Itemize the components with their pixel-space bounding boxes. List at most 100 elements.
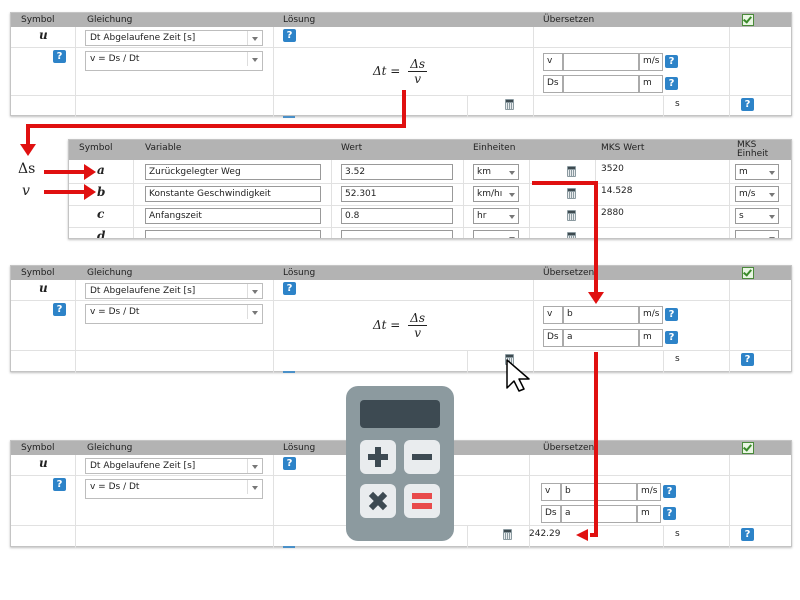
arrow-head-down-icon [588, 292, 604, 304]
header-symbol: Symbol [21, 443, 55, 453]
translate-unit-ds: m [639, 329, 663, 347]
mks-unit-select-value: m [739, 167, 748, 177]
equation-select[interactable]: Dt Abgelaufene Zeit [s] [85, 458, 263, 474]
unit-select[interactable]: hr [473, 208, 519, 224]
unit-select-value: km/hı [477, 189, 503, 199]
help-icon[interactable]: ? [663, 507, 676, 520]
header-uebersetzen: Übersetzen [543, 443, 595, 453]
formula-numerator: Δs [408, 311, 428, 326]
translate-input-v[interactable]: b [563, 306, 639, 324]
translate-input-ds[interactable]: a [563, 329, 639, 347]
result-value: 242.29 [529, 529, 561, 539]
equation-select[interactable]: Dt Abgelaufene Zeit [s] [85, 30, 263, 46]
header-gleichung: Gleichung [87, 15, 133, 25]
result-unit: s [675, 529, 680, 539]
variables-table: Symbol Variable Wert Einheiten MKS Wert … [68, 139, 792, 239]
calculator-icon[interactable] [567, 210, 576, 221]
help-icon[interactable]: ? [665, 331, 678, 344]
help-icon[interactable]: ? [283, 29, 296, 42]
variable-name-input[interactable] [145, 230, 321, 238]
formula-select-value: v = Ds / Dt [90, 307, 140, 317]
result-unit: s [675, 354, 680, 364]
help-icon[interactable]: ? [283, 457, 296, 470]
checkbox-checked-icon[interactable] [742, 442, 754, 454]
mks-unit-select[interactable] [735, 230, 779, 238]
equation-select-value: Dt Abgelaufene Zeit [s] [90, 461, 196, 471]
header-gleichung: Gleichung [87, 443, 133, 453]
calculator-icon[interactable] [567, 188, 576, 199]
formula-select[interactable]: v = Ds / Dt [85, 304, 263, 324]
translate-unit-v: m/s [637, 483, 661, 501]
formula-display: Δt = Δs v [373, 311, 428, 340]
formula-denominator: v [414, 326, 421, 340]
header-symbol: Symbol [21, 268, 55, 278]
unit-select[interactable] [473, 230, 519, 238]
mouse-pointer-icon [505, 358, 533, 397]
variable-value-input[interactable]: 52.301 [341, 186, 453, 202]
header-variable: Variable [145, 143, 182, 153]
variables-header: Symbol Variable Wert Einheiten MKS Wert … [69, 140, 791, 160]
header-loesung: Lösung [283, 15, 316, 25]
translate-unit-v: m/s [639, 306, 663, 324]
variable-name-input[interactable]: Zurückgelegter Weg [145, 164, 321, 180]
help-icon[interactable]: ? [741, 98, 754, 111]
mks-unit-select[interactable]: m/s [735, 186, 779, 202]
calculator-icon[interactable] [503, 529, 512, 540]
help-icon[interactable]: ? [663, 485, 676, 498]
help-icon[interactable]: ? [53, 50, 66, 63]
equation-select[interactable]: Dt Abgelaufene Zeit [s] [85, 283, 263, 299]
help-icon[interactable]: ? [741, 353, 754, 366]
table-header: Symbol Gleichung Lösung Übersetzen [11, 13, 791, 27]
checkbox-checked-icon[interactable] [742, 267, 754, 279]
equation-select-value: Dt Abgelaufene Zeit [s] [90, 33, 196, 43]
checkbox-checked-icon[interactable] [742, 14, 754, 26]
header-loesung: Lösung [283, 268, 316, 278]
unit-select[interactable]: km/hı [473, 186, 519, 202]
variable-name-input[interactable]: Anfangszeit [145, 208, 321, 224]
translate-input-ds[interactable]: a [561, 505, 637, 523]
variable-symbol: a [97, 163, 105, 177]
header-symbol: Symbol [79, 143, 113, 153]
result-unit: s [675, 99, 680, 109]
variable-name-input[interactable]: Konstante Geschwindigkeit [145, 186, 321, 202]
symbol-u: u [39, 28, 48, 42]
translate-unit-ds: m [639, 75, 663, 93]
translate-label-ds: Ds [541, 505, 561, 523]
formula-select[interactable]: v = Ds / Dt [85, 51, 263, 71]
header-einheiten: Einheiten [473, 143, 516, 153]
translate-label-ds: Ds [543, 75, 563, 93]
formula-lhs: Δt = [373, 64, 401, 78]
calculator-icon[interactable] [567, 166, 576, 177]
mks-unit-select-value: s [739, 211, 744, 221]
help-icon[interactable]: ? [53, 478, 66, 491]
translate-unit-ds: m [637, 505, 661, 523]
unit-select[interactable]: km [473, 164, 519, 180]
formula-select[interactable]: v = Ds / Dt [85, 479, 263, 499]
help-icon[interactable]: ? [283, 282, 296, 295]
variable-value-input[interactable] [341, 230, 453, 238]
calculator-icon[interactable] [505, 99, 514, 110]
variable-value-input[interactable]: 3.52 [341, 164, 453, 180]
variable-symbol: b [97, 185, 106, 199]
variable-value-input[interactable]: 0.8 [341, 208, 453, 224]
help-icon[interactable]: ? [665, 308, 678, 321]
unit-select-value: km [477, 167, 491, 177]
mks-unit-select[interactable]: s [735, 208, 779, 224]
mks-unit-select[interactable]: m [735, 164, 779, 180]
equation-select-value: Dt Abgelaufene Zeit [s] [90, 286, 196, 296]
translate-label-v: v [543, 306, 563, 324]
equation-panel-2: Symbol Gleichung Lösung Übersetzen u Dt … [10, 265, 792, 373]
help-icon[interactable]: ? [53, 303, 66, 316]
header-uebersetzen: Übersetzen [543, 268, 595, 278]
translate-label-v: v [543, 53, 563, 71]
translate-input-v[interactable]: b [561, 483, 637, 501]
help-icon[interactable]: ? [665, 55, 678, 68]
help-icon[interactable]: ? [741, 528, 754, 541]
translate-input-v[interactable] [563, 53, 639, 71]
equation-panel-1: Symbol Gleichung Lösung Übersetzen u Dt … [10, 12, 792, 118]
header-gleichung: Gleichung [87, 268, 133, 278]
translate-input-ds[interactable] [563, 75, 639, 93]
help-icon[interactable]: ? [665, 77, 678, 90]
calculator-icon[interactable] [567, 232, 576, 238]
outside-label-ds: Δs [18, 161, 36, 177]
